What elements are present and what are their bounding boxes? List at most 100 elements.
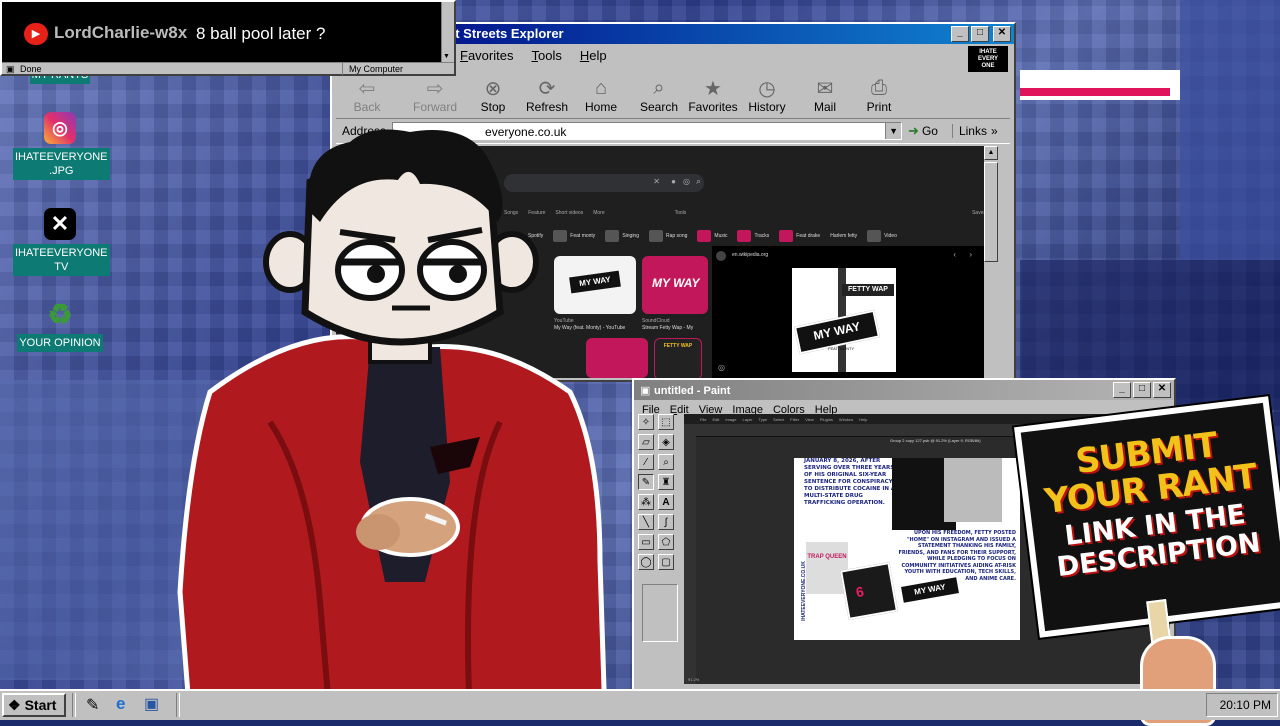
prev-arrow-icon[interactable]: ‹ [953, 250, 956, 259]
start-label: Start [24, 697, 57, 713]
airbrush-icon[interactable]: ⁂ [638, 494, 654, 510]
taskbar: ❖ Start ✎ e ▣ 20:10 PM [0, 689, 1280, 720]
tool-options[interactable] [642, 584, 678, 642]
ps-menu-item[interactable]: Image [725, 417, 736, 422]
chevron-right-icon[interactable]: » [991, 124, 998, 138]
quicklaunch-notepad-icon[interactable]: ✎ [86, 695, 99, 715]
chip[interactable]: Rap song [649, 230, 687, 242]
scroll-up-icon[interactable]: ▲ [984, 146, 998, 160]
chip[interactable]: Music [697, 230, 727, 242]
search-icon[interactable]: ⌕ [696, 176, 701, 187]
vertical-scrollbar[interactable]: ▲ [984, 146, 998, 378]
chip[interactable]: Harlem fetty [830, 230, 857, 242]
rounded-rect-icon[interactable]: ▢ [658, 554, 674, 570]
forward-label: Forward [412, 100, 457, 114]
search-button[interactable]: ⌕ Search [632, 76, 686, 115]
stop-button[interactable]: ⊗ Stop [466, 76, 520, 115]
ps-menu-item[interactable]: File [700, 417, 706, 422]
hand-left [356, 514, 400, 550]
eraser-icon[interactable]: ▱ [638, 434, 654, 450]
ps-menu-item[interactable]: Layer [742, 417, 752, 422]
browser-toolbar: ⇦ Back ⇨ Forward ⊗ Stop ⟳ Refresh ⌂ Home ⌕ Sea… [340, 76, 906, 115]
brand-logo: IHATE EVERY ONE [968, 46, 1008, 72]
lens-icon[interactable]: ◎ [683, 177, 690, 186]
tab-tools[interactable]: Tools [675, 210, 687, 216]
print-button[interactable]: ⎙ Print [852, 76, 906, 115]
result-title[interactable]: Stream Fetty Wap - My [642, 325, 693, 331]
maximize-button[interactable]: □ [1133, 382, 1151, 398]
line-icon[interactable]: ╲ [638, 514, 654, 530]
mail-button[interactable]: ✉ Mail [798, 76, 852, 115]
paint-titlebar[interactable]: ▣ untitled - Paint _ □ ✕ [634, 380, 1174, 400]
forward-button[interactable]: ⇨ Forward [408, 76, 462, 115]
ps-menu-item[interactable]: Plugins [820, 417, 833, 422]
forward-arrow-icon: ⇨ [426, 77, 444, 100]
minimize-button[interactable]: _ [951, 26, 969, 42]
preview-image[interactable]: FETTY WAP MY WAY FEAT. MONTY [792, 268, 896, 372]
preview-domain[interactable]: en.wikipedia.org [732, 252, 768, 258]
favorites-button[interactable]: ★ Favorites [686, 76, 740, 115]
rectangle-icon[interactable]: ▭ [638, 534, 654, 550]
close-button[interactable]: ✕ [993, 26, 1011, 42]
ps-menu-item[interactable]: View [805, 417, 814, 422]
quicklaunch-ie-icon[interactable]: e [116, 694, 125, 714]
pencil-icon[interactable]: ✎ [638, 474, 654, 490]
maximize-button[interactable]: □ [971, 26, 989, 42]
x-icon: ✕ [44, 208, 76, 240]
address-dropdown-icon[interactable]: ▼ [885, 123, 902, 139]
picker-icon[interactable]: ⁄ [638, 454, 654, 470]
polygon-icon[interactable]: ⬠ [658, 534, 674, 550]
text-icon[interactable]: A [658, 494, 674, 510]
ps-menu-item[interactable]: Type [759, 417, 768, 422]
desktop-icon-instagram[interactable]: ◎ IHATEEVERYONE .JPG [13, 112, 110, 180]
start-button[interactable]: ❖ Start [2, 693, 66, 717]
magnifier-icon[interactable]: ⌕ [658, 454, 674, 470]
status-bar: ▣ Done My Computer [2, 62, 454, 75]
scroll-thumb[interactable] [984, 162, 998, 262]
ps-menu-item[interactable]: Select [773, 417, 784, 422]
back-button[interactable]: ⇦ Back [340, 76, 394, 115]
history-button[interactable]: ◷ History [740, 76, 794, 115]
ps-toolbar [684, 436, 696, 684]
refresh-icon: ⟳ [538, 77, 556, 100]
refresh-button[interactable]: ⟳ Refresh [520, 76, 574, 115]
home-button[interactable]: ⌂ Home [574, 76, 628, 115]
minimize-button[interactable]: _ [1113, 382, 1131, 398]
free-select-icon[interactable]: ✧ [638, 414, 654, 430]
desktop-icon-opinion[interactable]: ♻ YOUR OPINION [13, 298, 107, 352]
result-source: SoundCloud [642, 318, 670, 324]
menu-help[interactable]: Help [580, 48, 607, 63]
result-thumbnail[interactable]: MY WAY [642, 256, 708, 314]
curve-icon[interactable]: ∫ [658, 514, 674, 530]
system-clock[interactable]: 20:10 PM [1206, 693, 1278, 717]
notification-scrollbar[interactable]: ▼ [441, 2, 454, 62]
menu-favorites[interactable]: Favorites [460, 48, 513, 63]
rect-select-icon[interactable]: ⬚ [658, 414, 674, 430]
ps-menu-item[interactable]: Help [859, 417, 867, 422]
mic-icon[interactable]: ● [671, 177, 676, 186]
menu-tools[interactable]: Tools [531, 48, 561, 63]
links-button[interactable]: Links [951, 124, 987, 138]
next-arrow-icon[interactable]: › [969, 250, 972, 259]
paint-toolbox: ✧ ⬚ ▱ ◈ ⁄ ⌕ ✎ ♜ ⁂ A ╲ ∫ ▭ ⬠ ◯ ▢ [638, 414, 678, 570]
close-button[interactable]: ✕ [1153, 382, 1171, 398]
scroll-down-icon[interactable]: ▼ [443, 53, 450, 60]
chip-label: Tracks [754, 233, 770, 239]
fill-icon[interactable]: ◈ [658, 434, 674, 450]
ps-menu-item[interactable]: Edit [712, 417, 719, 422]
chip[interactable]: Feat drake [779, 230, 820, 242]
result-thumbnail[interactable]: FETTY WAP [654, 338, 702, 378]
chip[interactable]: Tracks [737, 230, 769, 242]
go-button[interactable]: ➜ Go [908, 123, 938, 139]
lens-icon[interactable]: ◎ [718, 363, 725, 372]
quicklaunch-desktop-icon[interactable]: ▣ [144, 694, 159, 714]
chip[interactable]: Video [867, 230, 897, 242]
clear-icon[interactable]: ✕ [653, 177, 660, 186]
ps-doc-tab[interactable]: Group 2 copy 127.psb @ 91.2% (Layer 9, R… [890, 438, 981, 443]
album-text: TRAP QUEEN [807, 554, 847, 560]
desktop-icon-tv[interactable]: ✕ IHATEEVERYONE TV [13, 208, 110, 276]
ellipse-icon[interactable]: ◯ [638, 554, 654, 570]
ps-menu-item[interactable]: Filter [790, 417, 799, 422]
brush-icon[interactable]: ♜ [658, 474, 674, 490]
ps-menu-item[interactable]: Window [839, 417, 853, 422]
